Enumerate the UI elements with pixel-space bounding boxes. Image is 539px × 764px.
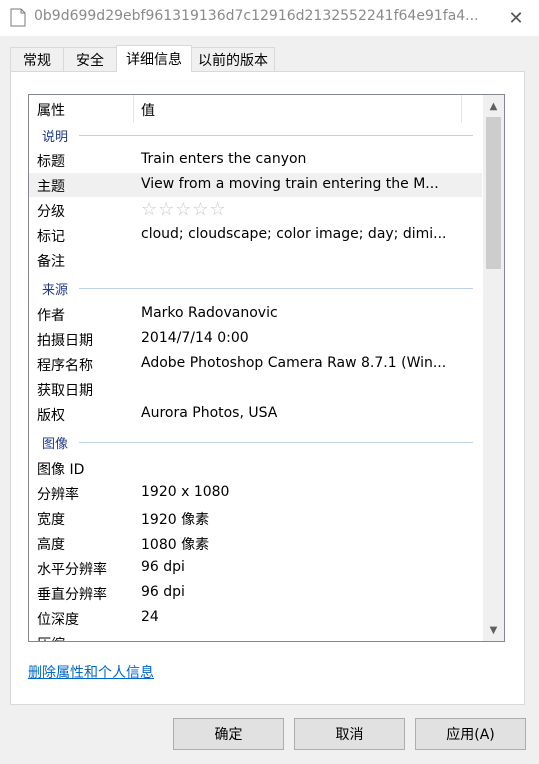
row-key: 标记	[37, 229, 65, 245]
row-value: cloud; cloudscape; color image; day; dim…	[141, 226, 447, 242]
row-key: 版权	[37, 408, 65, 424]
vertical-scrollbar[interactable]: ▲ ▼	[483, 95, 504, 641]
row-height[interactable]: 高度 1080 像素	[29, 531, 482, 555]
file-icon	[10, 8, 26, 27]
row-key: 水平分辨率	[37, 562, 107, 578]
group-origin: 来源	[42, 283, 69, 298]
row-key: 分级	[37, 204, 65, 220]
window-title: 0b9d699d29ebf961319136d7c12916d213255224…	[34, 8, 479, 24]
row-bit-depth[interactable]: 位深度 24	[29, 606, 482, 630]
scroll-up-icon[interactable]: ▲	[483, 97, 504, 115]
row-value: 1920 像素	[141, 512, 210, 528]
row-key: 程序名称	[37, 358, 93, 374]
row-horizontal-resolution[interactable]: 水平分辨率 96 dpi	[29, 556, 482, 580]
remove-properties-link[interactable]: 删除属性和个人信息	[28, 662, 154, 682]
property-list[interactable]: 属性 值 说明 标题 Train enters the canyon 主题 Vi…	[28, 94, 505, 642]
ok-button[interactable]: 确定	[173, 718, 284, 750]
column-divider[interactable]	[461, 95, 462, 123]
column-header: 属性 值	[29, 95, 504, 123]
row-value: Train enters the canyon	[141, 151, 307, 167]
row-tags[interactable]: 标记 cloud; cloudscape; color image; day; …	[29, 223, 482, 247]
row-key: 垂直分辨率	[37, 587, 107, 603]
row-key: 拍摄日期	[37, 333, 93, 349]
row-key: 图像 ID	[37, 462, 85, 478]
row-value: 1080 像素	[141, 537, 210, 553]
tab-details[interactable]: 详细信息	[116, 45, 192, 72]
row-value: Adobe Photoshop Camera Raw 8.7.1 (Win...	[141, 355, 447, 371]
row-key: 主题	[37, 179, 65, 195]
row-key: 高度	[37, 537, 65, 553]
scroll-down-icon[interactable]: ▼	[483, 621, 504, 639]
row-vertical-resolution[interactable]: 垂直分辨率 96 dpi	[29, 581, 482, 605]
row-value: 96 dpi	[141, 584, 185, 600]
details-panel: 属性 值 说明 标题 Train enters the canyon 主题 Vi…	[10, 71, 525, 705]
row-key: 作者	[37, 308, 65, 324]
row-key: 宽度	[37, 512, 65, 528]
row-value: 24	[141, 609, 159, 625]
tab-previous-versions[interactable]: 以前的版本	[191, 47, 275, 71]
tab-security[interactable]: 安全	[63, 47, 117, 71]
row-value: View from a moving train entering the M.…	[141, 176, 439, 192]
group-divider	[79, 135, 473, 136]
row-key: 位深度	[37, 612, 79, 628]
row-value: 96 dpi	[141, 559, 185, 575]
row-key: 标题	[37, 154, 65, 170]
group-description: 说明	[42, 130, 69, 145]
row-date-taken[interactable]: 拍摄日期 2014/7/14 0:00	[29, 327, 482, 351]
row-copyright[interactable]: 版权 Aurora Photos, USA	[29, 402, 482, 426]
row-subject[interactable]: 主题 View from a moving train entering the…	[29, 173, 482, 197]
group-divider	[79, 442, 473, 443]
tab-general[interactable]: 常规	[10, 47, 64, 71]
group-image: 图像	[42, 437, 69, 452]
row-width[interactable]: 宽度 1920 像素	[29, 506, 482, 530]
column-divider[interactable]	[133, 95, 134, 123]
title-bar: 0b9d699d29ebf961319136d7c12916d213255224…	[0, 0, 539, 36]
row-rating[interactable]: 分级 ☆☆☆☆☆	[29, 198, 482, 222]
row-value: Marko Radovanovic	[141, 305, 278, 321]
row-image-id[interactable]: 图像 ID	[29, 456, 482, 480]
row-comments[interactable]: 备注	[29, 248, 482, 272]
close-button[interactable]: ✕	[493, 0, 539, 36]
rating-stars-icon[interactable]: ☆☆☆☆☆	[141, 199, 227, 220]
scroll-thumb[interactable]	[486, 117, 501, 269]
row-title[interactable]: 标题 Train enters the canyon	[29, 148, 482, 172]
cancel-button[interactable]: 取消	[294, 718, 405, 750]
column-property[interactable]: 属性	[37, 100, 65, 120]
row-program-name[interactable]: 程序名称 Adobe Photoshop Camera Raw 8.7.1 (W…	[29, 352, 482, 376]
row-compression[interactable]: 压缩	[29, 631, 482, 641]
row-key: 备注	[37, 254, 65, 270]
row-value: Aurora Photos, USA	[141, 405, 278, 421]
row-value: 2014/7/14 0:00	[141, 330, 249, 346]
row-key: 获取日期	[37, 383, 93, 399]
apply-button[interactable]: 应用(A)	[415, 718, 526, 750]
row-dimensions[interactable]: 分辨率 1920 x 1080	[29, 481, 482, 505]
row-key: 分辨率	[37, 487, 79, 503]
row-value: 1920 x 1080	[141, 484, 230, 500]
row-authors[interactable]: 作者 Marko Radovanovic	[29, 302, 482, 326]
row-key: 压缩	[37, 634, 65, 641]
row-date-acquired[interactable]: 获取日期	[29, 377, 482, 401]
group-divider	[79, 288, 473, 289]
column-value[interactable]: 值	[141, 100, 155, 120]
